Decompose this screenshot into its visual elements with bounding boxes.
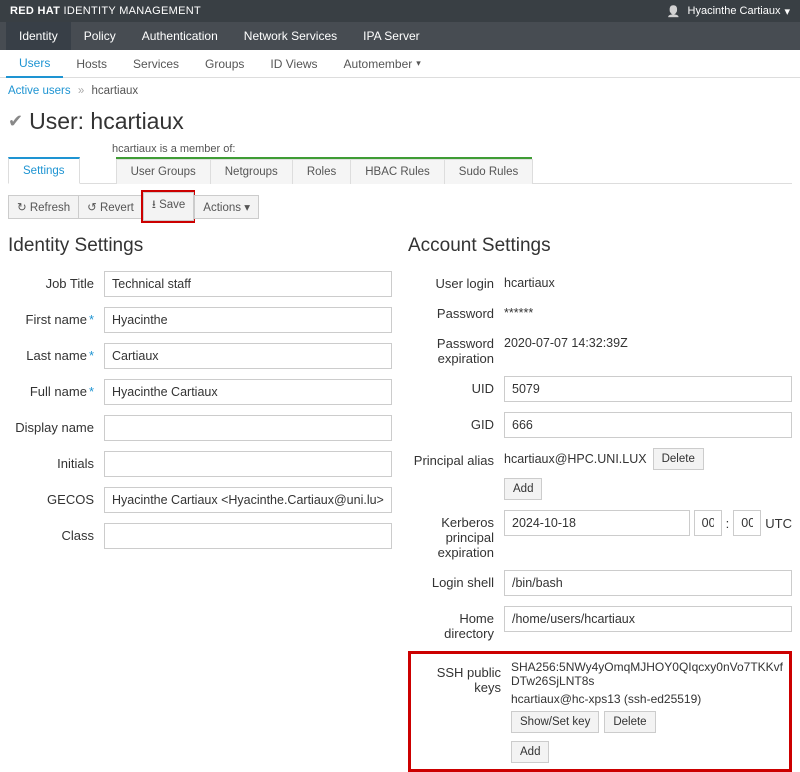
- userlogin-label: User login: [408, 271, 504, 291]
- memberof-label: hcartiaux is a member of:: [112, 143, 792, 155]
- breadcrumb-parent[interactable]: Active users: [8, 85, 71, 97]
- userlogin-value: hcartiaux: [504, 271, 792, 290]
- tab-settings[interactable]: Settings: [8, 157, 80, 184]
- chevron-down-icon: [244, 202, 250, 214]
- gecos-field[interactable]: [104, 487, 392, 513]
- breadcrumb-separator: »: [78, 85, 84, 97]
- gecos-label: GECOS: [8, 487, 104, 507]
- uid-field[interactable]: [504, 376, 792, 402]
- sub-nav-groups[interactable]: Groups: [192, 50, 257, 77]
- alias-add-button[interactable]: Add: [504, 478, 542, 500]
- account-menu[interactable]: Hyacinthe Cartiaux: [667, 5, 790, 18]
- krb-timezone: UTC: [765, 516, 792, 531]
- displayname-label: Display name: [8, 415, 104, 435]
- gid-field[interactable]: [504, 412, 792, 438]
- lastname-field[interactable]: [104, 343, 392, 369]
- krb-hour-field[interactable]: [694, 510, 722, 536]
- page-title: ✔ User: hcartiaux: [8, 108, 792, 135]
- identity-settings-section: Identity Settings Job Title First name* …: [8, 235, 392, 772]
- breadcrumb: Active users » hcartiaux: [0, 78, 800, 104]
- tab-roles[interactable]: Roles: [292, 159, 351, 184]
- class-field[interactable]: [104, 523, 392, 549]
- chevron-down-icon: [784, 5, 790, 18]
- uid-label: UID: [408, 376, 504, 396]
- brand: RED HAT IDENTITY MANAGEMENT: [10, 5, 201, 17]
- alias-label: Principal alias: [408, 448, 504, 468]
- shell-label: Login shell: [408, 570, 504, 590]
- tab-hbac-rules[interactable]: HBAC Rules: [350, 159, 445, 184]
- primary-nav-policy[interactable]: Policy: [71, 22, 129, 50]
- account-heading: Account Settings: [408, 235, 792, 257]
- time-separator: :: [726, 516, 730, 531]
- pwdexp-value: 2020-07-07 14:32:39Z: [504, 331, 792, 350]
- home-label: Home directory: [408, 606, 504, 641]
- ssh-fingerprint: SHA256:5NWy4yOmqMJHOY0QIqcxy0nVo7TKKvfDT…: [511, 660, 785, 688]
- password-value: ******: [504, 301, 792, 320]
- primary-nav: Identity Policy Authentication Network S…: [0, 22, 800, 50]
- primary-nav-network-services[interactable]: Network Services: [231, 22, 350, 50]
- alias-delete-button[interactable]: Delete: [653, 448, 704, 470]
- ssh-showset-button[interactable]: Show/Set key: [511, 711, 599, 733]
- primary-nav-ipa-server[interactable]: IPA Server: [350, 22, 432, 50]
- initials-label: Initials: [8, 451, 104, 471]
- tab-sudo-rules[interactable]: Sudo Rules: [444, 159, 533, 184]
- password-label: Password: [408, 301, 504, 321]
- tab-user-groups[interactable]: User Groups: [116, 159, 211, 184]
- tabs: Settings User Groups Netgroups Roles HBA…: [8, 157, 792, 184]
- ssh-delete-button[interactable]: Delete: [604, 711, 655, 733]
- tab-netgroups[interactable]: Netgroups: [210, 159, 293, 184]
- krbexp-label: Kerberos principal expiration: [408, 510, 504, 560]
- save-button-highlight: ⭳ Save: [141, 190, 195, 223]
- class-label: Class: [8, 523, 104, 543]
- fullname-label: Full name*: [8, 379, 104, 399]
- primary-nav-identity[interactable]: Identity: [6, 22, 71, 50]
- displayname-field[interactable]: [104, 415, 392, 441]
- shell-field[interactable]: [504, 570, 792, 596]
- ssh-add-button[interactable]: Add: [511, 741, 549, 763]
- sub-nav-users[interactable]: Users: [6, 50, 63, 78]
- save-button[interactable]: ⭳ Save: [143, 192, 194, 221]
- refresh-button[interactable]: ↻ Refresh: [8, 195, 79, 219]
- top-bar: RED HAT IDENTITY MANAGEMENT Hyacinthe Ca…: [0, 0, 800, 22]
- toolbar: ↻ Refresh ↺ Revert ⭳ Save Actions: [8, 190, 792, 223]
- firstname-label: First name*: [8, 307, 104, 327]
- sub-nav: Users Hosts Services Groups ID Views Aut…: [0, 50, 800, 78]
- lastname-label: Last name*: [8, 343, 104, 363]
- chevron-down-icon: [416, 58, 421, 69]
- home-field[interactable]: [504, 606, 792, 632]
- firstname-field[interactable]: [104, 307, 392, 333]
- ssh-identity: hcartiaux@hc-xps13 (ssh-ed25519): [511, 692, 701, 706]
- sub-nav-hosts[interactable]: Hosts: [63, 50, 120, 77]
- revert-button[interactable]: ↺ Revert: [78, 195, 143, 219]
- breadcrumb-current: hcartiaux: [91, 85, 138, 97]
- sub-nav-services[interactable]: Services: [120, 50, 192, 77]
- pwdexp-label: Password expiration: [408, 331, 504, 366]
- actions-menu[interactable]: Actions: [194, 195, 259, 219]
- jobtitle-field[interactable]: [104, 271, 392, 297]
- check-icon: ✔: [8, 111, 23, 132]
- jobtitle-label: Job Title: [8, 271, 104, 291]
- identity-heading: Identity Settings: [8, 235, 392, 257]
- sub-nav-idviews[interactable]: ID Views: [257, 50, 330, 77]
- gid-label: GID: [408, 412, 504, 432]
- ssh-label: SSH public keys: [415, 660, 511, 695]
- krb-min-field[interactable]: [733, 510, 761, 536]
- krb-date-field[interactable]: [504, 510, 690, 536]
- alias-value: hcartiaux@HPC.UNI.LUX: [504, 452, 647, 466]
- fullname-field[interactable]: [104, 379, 392, 405]
- sub-nav-automember[interactable]: Automember: [331, 50, 434, 77]
- primary-nav-authentication[interactable]: Authentication: [129, 22, 231, 50]
- ssh-keys-highlight: SSH public keys SHA256:5NWy4yOmqMJHOY0QI…: [408, 651, 792, 772]
- user-icon: [667, 5, 684, 18]
- account-settings-section: Account Settings User login hcartiaux Pa…: [408, 235, 792, 772]
- memberof-tabs: User Groups Netgroups Roles HBAC Rules S…: [116, 157, 533, 183]
- account-name: Hyacinthe Cartiaux: [688, 5, 781, 17]
- initials-field[interactable]: [104, 451, 392, 477]
